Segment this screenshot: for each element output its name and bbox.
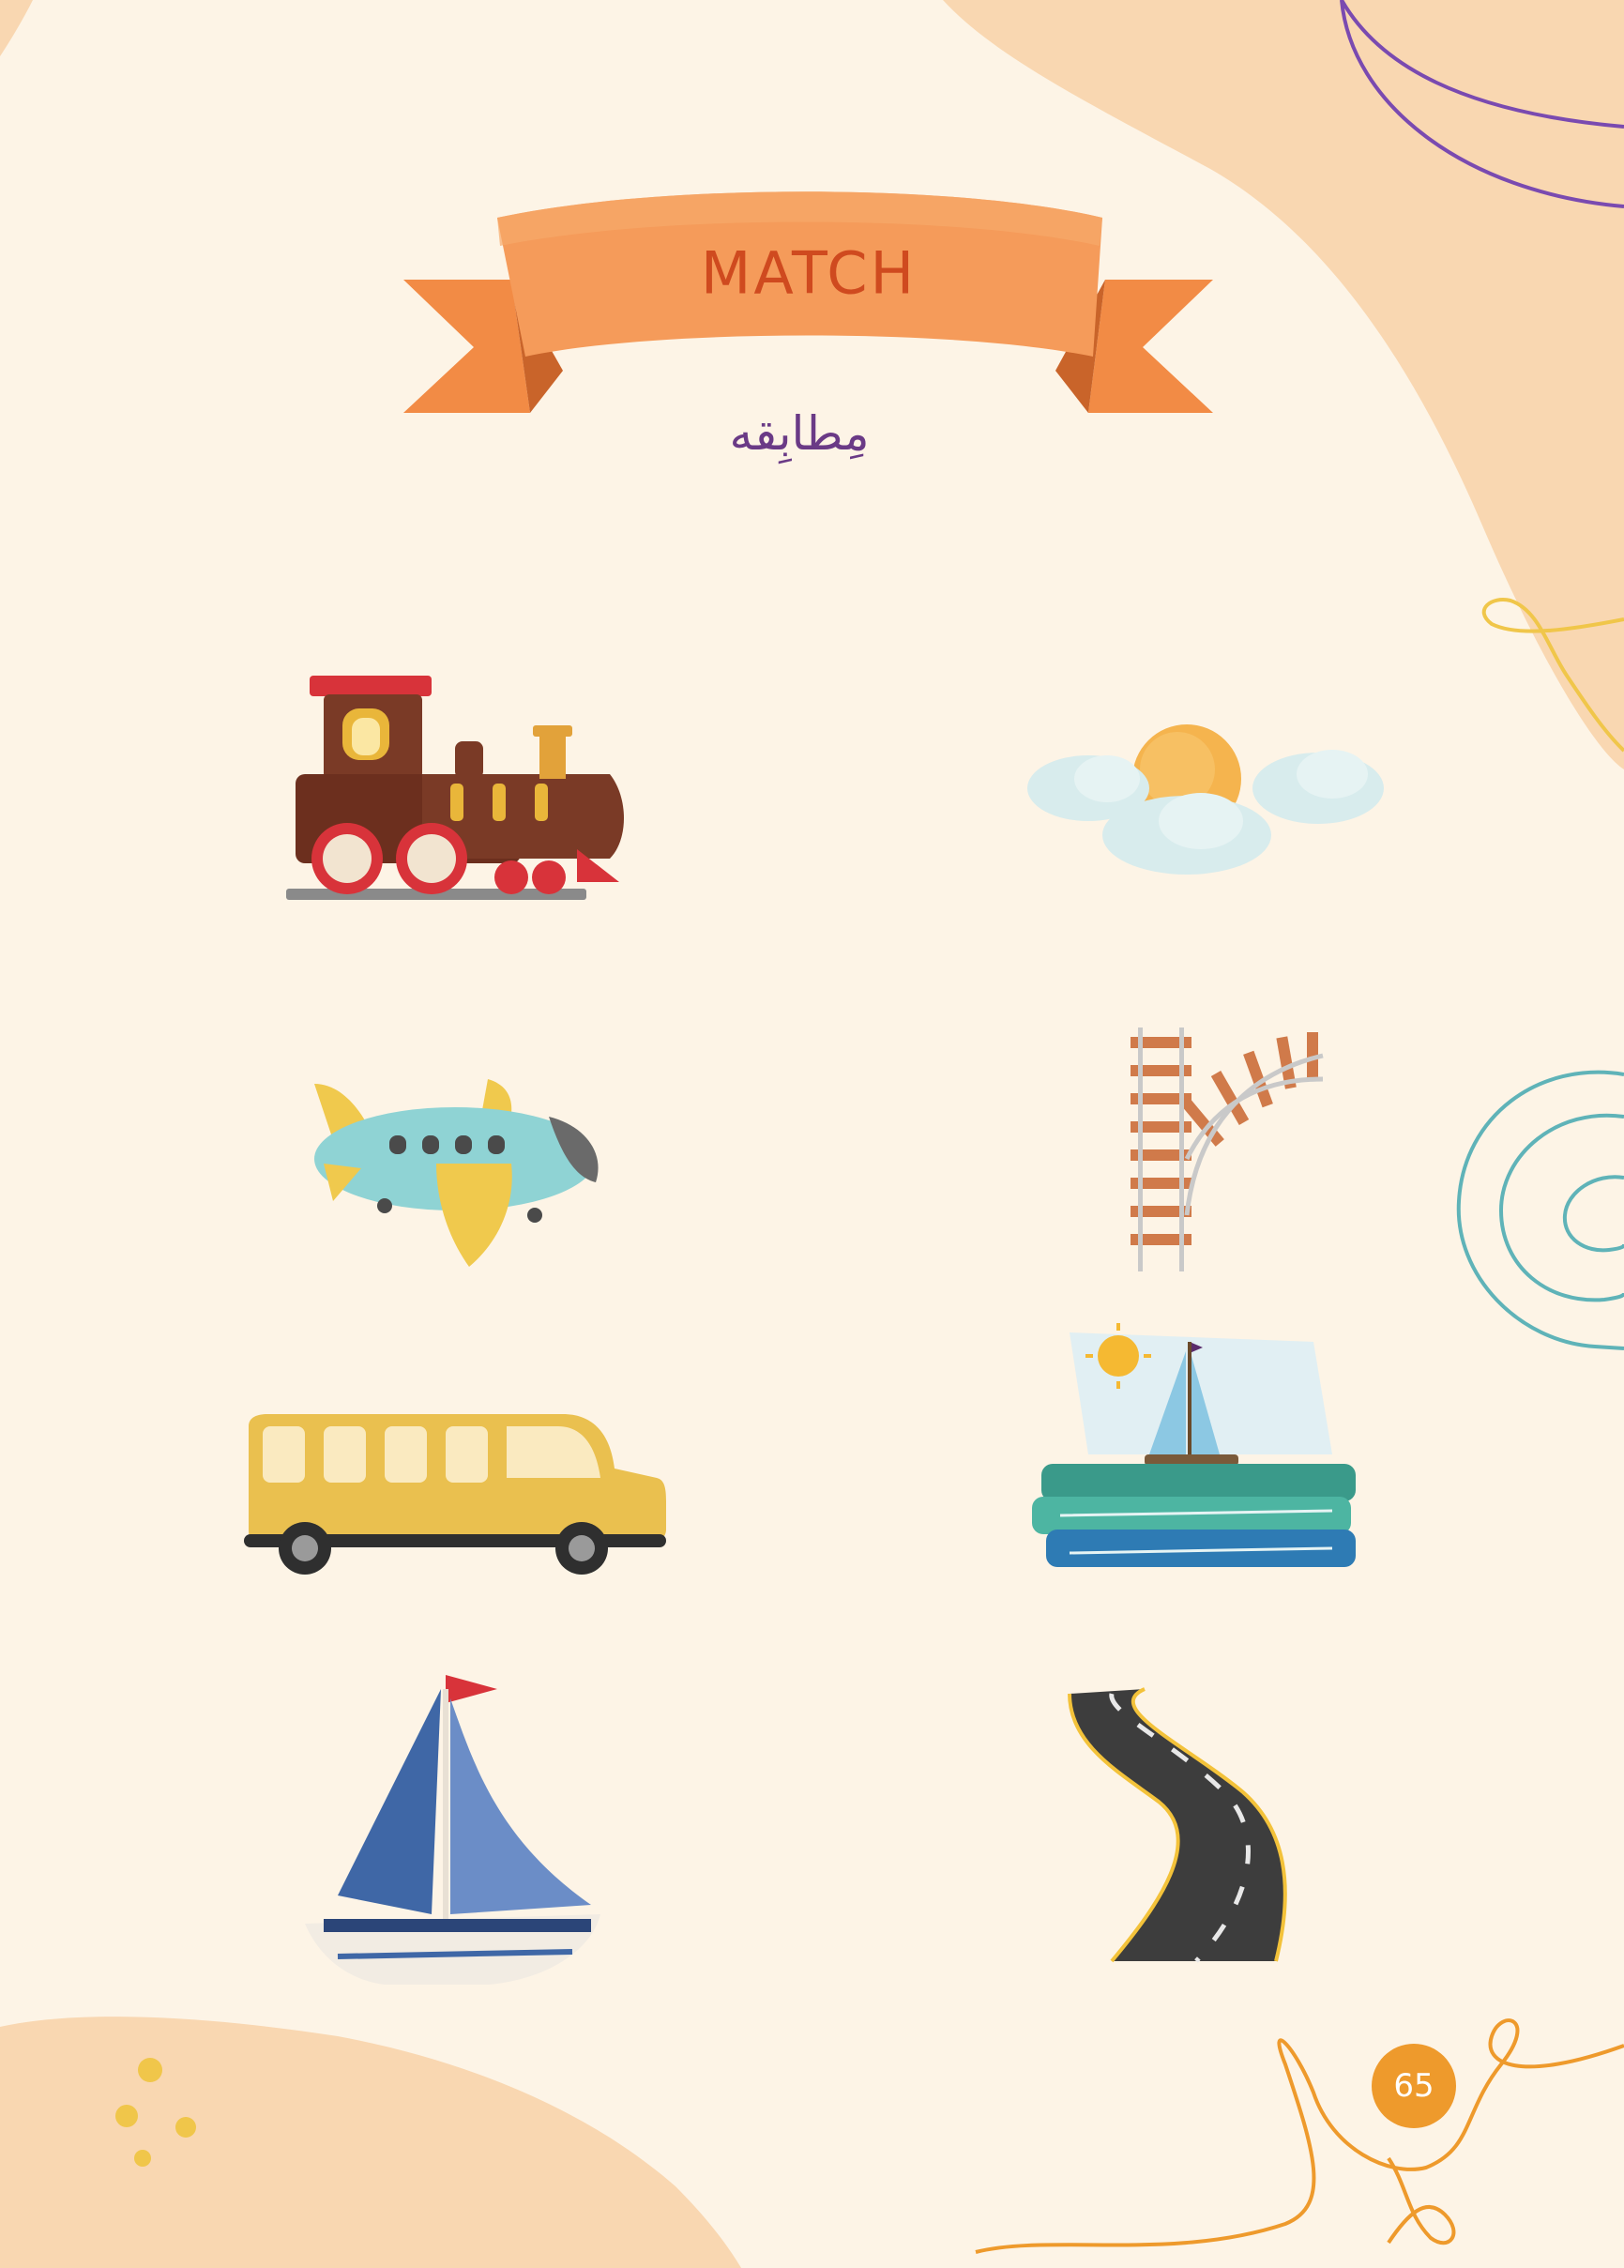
railway-track-image[interactable] <box>1131 1027 1324 1271</box>
airplane-image[interactable] <box>305 1074 605 1276</box>
banner-title: MATCH <box>700 238 918 308</box>
sun-and-clouds-image[interactable] <box>1023 718 1389 882</box>
page-number-badge: 65 <box>1372 2044 1456 2128</box>
boat-on-sea-image[interactable] <box>1032 1314 1365 1586</box>
bus-image[interactable] <box>244 1412 666 1576</box>
banner-subtitle: مِطابِقه <box>729 406 870 461</box>
sailboat-image[interactable] <box>300 1670 610 1994</box>
worksheet-page: MATCH مِطابِقه 65 <box>0 0 1624 2268</box>
train-image[interactable] <box>281 671 629 915</box>
road-image[interactable] <box>1065 1687 1295 1963</box>
